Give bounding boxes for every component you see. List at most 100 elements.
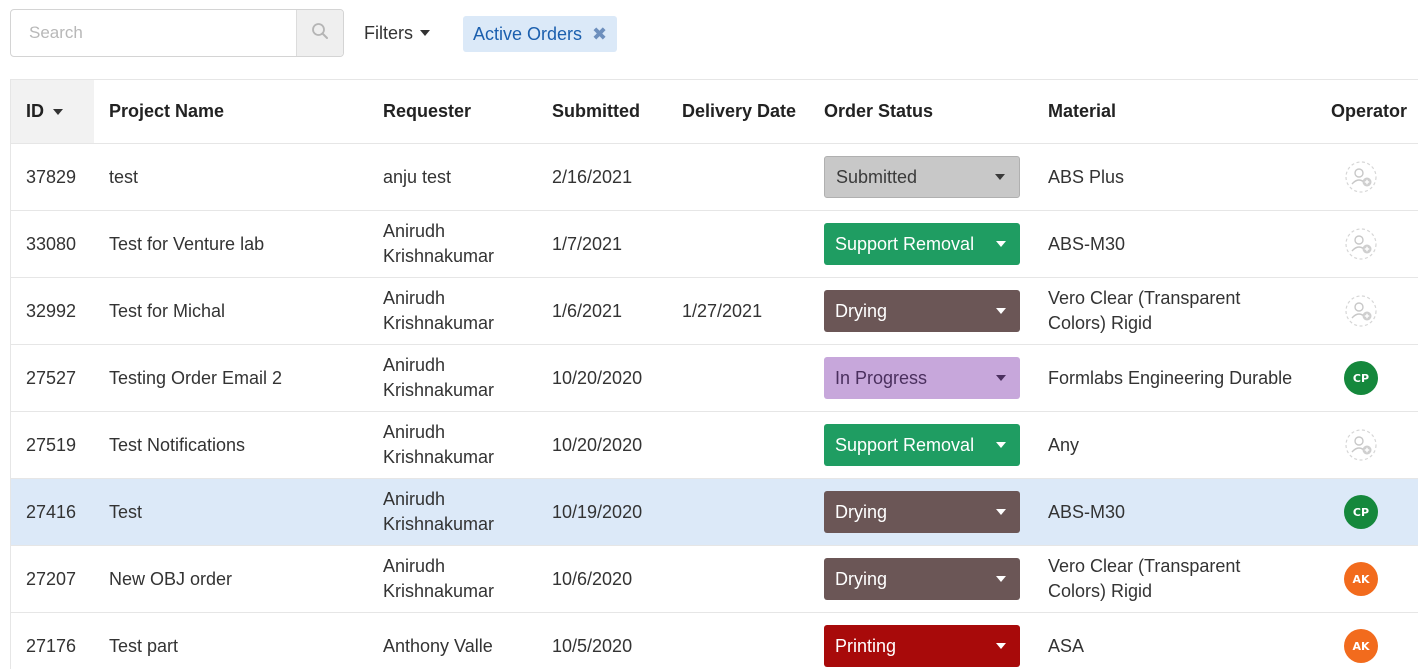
delivery-date-cell: 1/27/2021 bbox=[682, 300, 763, 321]
caret-down-icon bbox=[420, 30, 430, 36]
order-status-label: Drying bbox=[835, 300, 888, 321]
order-id-cell: 37829 bbox=[26, 166, 77, 187]
caret-down-icon bbox=[996, 241, 1006, 247]
requester-cell: Anirudh Krishnakumar bbox=[383, 288, 495, 333]
requester-cell: Anthony Valle bbox=[383, 635, 493, 656]
orders-table: ID Project Name Requester Submitted Deli… bbox=[10, 79, 1418, 669]
column-header-delivery-date[interactable]: Delivery Date bbox=[682, 80, 812, 143]
material-cell: ABS-M30 bbox=[1048, 233, 1126, 254]
material-cell: ABS Plus bbox=[1048, 166, 1125, 187]
material-cell: Formlabs Engineering Durable bbox=[1048, 367, 1293, 388]
operator-cell bbox=[1311, 144, 1411, 210]
submitted-date-cell: 2/16/2021 bbox=[552, 166, 633, 187]
remove-filter-icon[interactable]: ✖ bbox=[592, 25, 607, 43]
filter-chip-label: Active Orders bbox=[473, 23, 583, 44]
search-input[interactable] bbox=[11, 10, 297, 56]
caret-down-icon bbox=[995, 174, 1005, 180]
delivery-date-cell bbox=[682, 412, 812, 478]
caret-down-icon bbox=[996, 308, 1006, 314]
operator-avatar[interactable]: AK bbox=[1344, 629, 1378, 663]
table-row[interactable]: 27207 New OBJ order Anirudh Krishnakumar… bbox=[11, 546, 1418, 613]
order-status-cell: Support Removal bbox=[824, 211, 1020, 277]
caret-down-icon bbox=[996, 375, 1006, 381]
table-row[interactable]: 33080 Test for Venture lab Anirudh Krish… bbox=[11, 211, 1418, 278]
project-name-cell: Test part bbox=[109, 635, 179, 656]
operator-avatar[interactable]: CP bbox=[1344, 495, 1378, 529]
requester-cell: Anirudh Krishnakumar bbox=[383, 221, 495, 266]
order-status-cell: Drying bbox=[824, 278, 1020, 344]
order-id-cell: 27527 bbox=[26, 367, 77, 388]
table-body: 37829 test anju test 2/16/2021 Submitted… bbox=[11, 144, 1418, 669]
submitted-date-cell: 1/6/2021 bbox=[552, 300, 623, 321]
operator-avatar[interactable]: CP bbox=[1344, 361, 1378, 395]
sort-desc-icon bbox=[53, 108, 63, 115]
table-header: ID Project Name Requester Submitted Deli… bbox=[11, 80, 1418, 144]
order-status-dropdown[interactable]: Drying bbox=[824, 558, 1020, 600]
order-id-cell: 27176 bbox=[26, 635, 77, 656]
search-icon bbox=[311, 22, 329, 45]
order-status-label: In Progress bbox=[835, 367, 928, 388]
material-cell: Vero Clear (Transparent Colors) Rigid bbox=[1048, 556, 1241, 601]
order-id-cell: 32992 bbox=[26, 300, 77, 321]
order-status-dropdown[interactable]: Support Removal bbox=[824, 424, 1020, 466]
project-name-cell: New OBJ order bbox=[109, 568, 233, 589]
order-status-label: Support Removal bbox=[835, 233, 975, 254]
table-row[interactable]: 32992 Test for Michal Anirudh Krishnakum… bbox=[11, 278, 1418, 345]
table-row[interactable]: 27527 Testing Order Email 2 Anirudh Kris… bbox=[11, 345, 1418, 412]
material-cell: ABS-M30 bbox=[1048, 501, 1126, 522]
operator-cell bbox=[1311, 211, 1411, 277]
column-header-id[interactable]: ID bbox=[26, 80, 101, 143]
requester-cell: Anirudh Krishnakumar bbox=[383, 355, 495, 400]
operator-cell bbox=[1311, 278, 1411, 344]
assign-operator-icon[interactable] bbox=[1343, 226, 1379, 262]
table-row[interactable]: 27176 Test part Anthony Valle 10/5/2020 … bbox=[11, 613, 1418, 669]
order-status-cell: Support Removal bbox=[824, 412, 1020, 478]
order-status-dropdown[interactable]: In Progress bbox=[824, 357, 1020, 399]
project-name-cell: test bbox=[109, 166, 139, 187]
order-status-dropdown[interactable]: Drying bbox=[824, 290, 1020, 332]
column-header-operator[interactable]: Operator bbox=[1311, 80, 1411, 143]
order-status-dropdown[interactable]: Drying bbox=[824, 491, 1020, 533]
assign-operator-icon[interactable] bbox=[1343, 427, 1379, 463]
project-name-cell: Test for Venture lab bbox=[109, 233, 265, 254]
delivery-date-cell bbox=[682, 546, 812, 612]
column-header-material[interactable]: Material bbox=[1048, 80, 1298, 143]
project-name-cell: Testing Order Email 2 bbox=[109, 367, 283, 388]
assign-operator-icon[interactable] bbox=[1343, 159, 1379, 195]
table-row[interactable]: 27416 Test Anirudh Krishnakumar 10/19/20… bbox=[11, 479, 1418, 546]
assign-operator-icon[interactable] bbox=[1343, 293, 1379, 329]
delivery-date-cell bbox=[682, 613, 812, 669]
requester-cell: Anirudh Krishnakumar bbox=[383, 556, 495, 601]
requester-cell: Anirudh Krishnakumar bbox=[383, 422, 495, 467]
search-box bbox=[10, 9, 344, 57]
order-status-cell: Printing bbox=[824, 613, 1020, 669]
order-status-dropdown[interactable]: Support Removal bbox=[824, 223, 1020, 265]
operator-avatar[interactable]: AK bbox=[1344, 562, 1378, 596]
table-row[interactable]: 37829 test anju test 2/16/2021 Submitted… bbox=[11, 144, 1418, 211]
order-id-cell: 27519 bbox=[26, 434, 77, 455]
operator-cell: AK bbox=[1311, 546, 1411, 612]
order-status-dropdown[interactable]: Printing bbox=[824, 625, 1020, 667]
order-status-label: Support Removal bbox=[835, 434, 975, 455]
table-row[interactable]: 27519 Test Notifications Anirudh Krishna… bbox=[11, 412, 1418, 479]
order-id-cell: 27207 bbox=[26, 568, 77, 589]
order-status-dropdown[interactable]: Submitted bbox=[824, 156, 1020, 198]
column-header-submitted[interactable]: Submitted bbox=[552, 80, 677, 143]
column-header-project-name[interactable]: Project Name bbox=[109, 80, 379, 143]
material-cell: ASA bbox=[1048, 635, 1085, 656]
search-button[interactable] bbox=[296, 10, 343, 56]
requester-cell: anju test bbox=[383, 166, 452, 187]
requester-cell: Anirudh Krishnakumar bbox=[383, 489, 495, 534]
delivery-date-cell bbox=[682, 479, 812, 545]
filters-label: Filters bbox=[364, 22, 413, 43]
order-status-label: Submitted bbox=[836, 166, 918, 187]
order-status-label: Drying bbox=[835, 568, 888, 589]
order-status-cell: Drying bbox=[824, 479, 1020, 545]
filters-dropdown[interactable]: Filters bbox=[364, 19, 430, 47]
delivery-date-cell bbox=[682, 211, 812, 277]
project-name-cell: Test Notifications bbox=[109, 434, 246, 455]
column-header-order-status[interactable]: Order Status bbox=[824, 80, 1020, 143]
operator-cell: CP bbox=[1311, 345, 1411, 411]
toolbar: Filters Active Orders ✖ bbox=[10, 9, 1410, 57]
column-header-requester[interactable]: Requester bbox=[383, 80, 543, 143]
